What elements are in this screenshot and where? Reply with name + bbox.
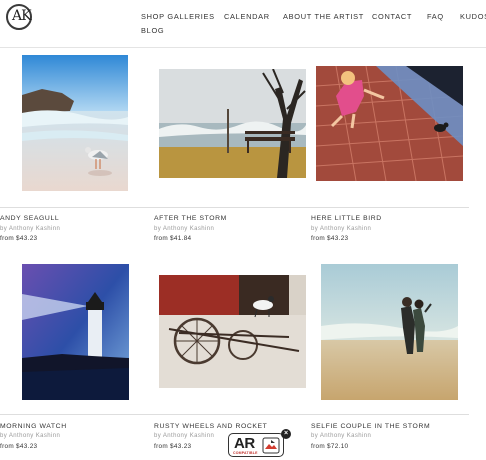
row-divider	[0, 207, 469, 208]
row-divider	[0, 414, 469, 415]
logo-monogram: AK	[12, 8, 32, 24]
artwork-image-andy-seagull[interactable]	[22, 55, 128, 191]
nav-contact[interactable]: CONTACT	[372, 12, 412, 21]
artwork-price: from $43.23	[0, 235, 38, 242]
nav-blog[interactable]: BLOG	[141, 26, 164, 35]
artwork-artist: by Anthony Kashinn	[311, 433, 372, 439]
nav-calendar[interactable]: CALENDAR	[224, 12, 270, 21]
artwork-price: from $43.23	[0, 443, 38, 450]
close-icon[interactable]: ×	[281, 429, 291, 439]
artwork-artist: by Anthony Kashinn	[0, 226, 61, 232]
ar-sublabel: COMPATIBLE	[233, 451, 258, 455]
artwork-title[interactable]: SELFIE COUPLE IN THE STORM	[311, 423, 430, 430]
artwork-artist: by Anthony Kashinn	[311, 226, 372, 232]
artwork-artist: by Anthony Kashinn	[154, 226, 215, 232]
artwork-price: from $72.10	[311, 443, 349, 450]
artwork-image-here-little-bird[interactable]	[316, 66, 463, 181]
artwork-title[interactable]: AFTER THE STORM	[154, 215, 227, 222]
ar-label: AR	[234, 435, 255, 452]
artwork-title[interactable]: ANDY SEAGULL	[0, 215, 59, 222]
ar-compatible-badge[interactable]: AR COMPATIBLE	[228, 433, 284, 457]
ar-phone-icon	[262, 437, 280, 454]
artwork-price: from $43.23	[154, 443, 192, 450]
site-header: AK SHOP GALLERIES CALENDAR ABOUT THE ART…	[0, 0, 486, 48]
nav-about-the-artist[interactable]: ABOUT THE ARTIST	[283, 12, 364, 21]
artwork-image-rusty-wheels-and-rocket[interactable]	[159, 275, 306, 388]
artwork-image-selfie-couple-in-the-storm[interactable]	[321, 264, 458, 400]
nav-kudos[interactable]: KUDOS	[460, 12, 486, 21]
artwork-price: from $43.23	[311, 235, 349, 242]
nav-faq[interactable]: FAQ	[427, 12, 444, 21]
nav-shop-galleries[interactable]: SHOP GALLERIES	[141, 12, 215, 21]
artwork-image-after-the-storm[interactable]	[159, 69, 306, 178]
artwork-title[interactable]: MORNING WATCH	[0, 423, 67, 430]
artwork-image-morning-watch[interactable]	[22, 264, 129, 400]
artwork-artist: by Anthony Kashinn	[154, 433, 215, 439]
site-logo[interactable]: AK	[6, 4, 32, 30]
artwork-price: from $41.84	[154, 235, 192, 242]
artwork-title[interactable]: HERE LITTLE BIRD	[311, 215, 382, 222]
artwork-title[interactable]: RUSTY WHEELS AND ROCKET	[154, 423, 267, 430]
artwork-artist: by Anthony Kashinn	[0, 433, 61, 439]
